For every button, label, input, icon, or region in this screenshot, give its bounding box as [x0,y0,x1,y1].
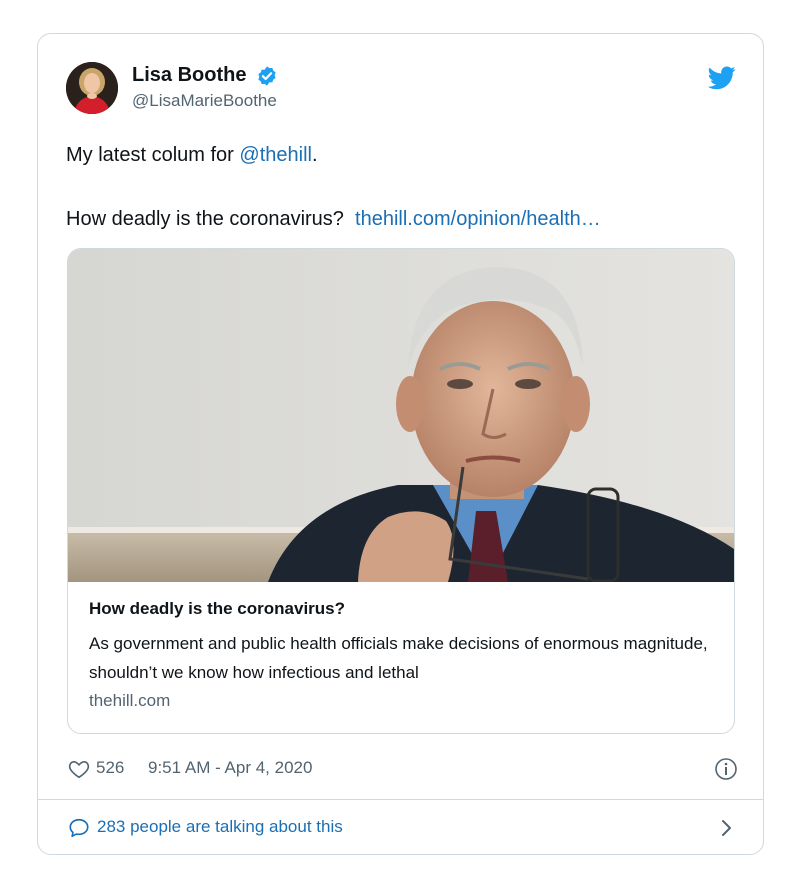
tweet-text-question: How deadly is the coronavirus? [66,208,344,230]
like-count[interactable]: 526 [96,758,124,778]
author-block[interactable]: Lisa Boothe @LisaMarieBoothe [132,64,278,111]
author-handle[interactable]: @LisaMarieBoothe [132,91,278,111]
divider [38,799,763,800]
verified-badge-icon [256,65,278,87]
twitter-bird-icon[interactable] [707,66,736,90]
mention-link[interactable]: @thehill [239,144,312,166]
card-image[interactable] [68,249,734,582]
avatar[interactable] [66,62,118,114]
card-description: As government and public health official… [89,634,708,682]
speech-bubble-icon [68,817,90,839]
tweet-header: Lisa Boothe @LisaMarieBoothe [66,62,736,118]
tweet-line-1: My latest colum for @thehill. [66,142,736,168]
info-icon[interactable] [714,757,738,781]
talking-link[interactable]: 283 people are talking about this [97,817,343,837]
link-card[interactable]: How deadly is the coronavirus? As govern… [67,248,735,734]
tweet-text-suffix: . [311,144,318,166]
card-body[interactable]: How deadly is the coronavirus? As govern… [89,599,719,711]
talking-footer[interactable]: 283 people are talking about this [68,814,738,842]
tweet-text-prefix: My latest colum for [66,144,240,166]
article-link[interactable]: thehill.com/opinion/health… [355,208,601,230]
card-domain: thehill.com [89,691,171,710]
card-title[interactable]: How deadly is the coronavirus? [89,599,719,619]
tweet-meta: 526 9:51 AM - Apr 4, 2020 [68,756,738,782]
timestamp[interactable]: 9:51 AM - Apr 4, 2020 [148,758,312,778]
display-name[interactable]: Lisa Boothe [132,64,246,87]
tweet-text: My latest colum for @thehill. How deadly… [66,142,736,232]
heart-icon[interactable] [68,758,90,780]
tweet-embed: Lisa Boothe @LisaMarieBoothe My latest c… [37,33,764,855]
tweet-line-2: How deadly is the coronavirus? thehill.c… [66,206,736,232]
chevron-right-icon[interactable] [720,817,734,839]
